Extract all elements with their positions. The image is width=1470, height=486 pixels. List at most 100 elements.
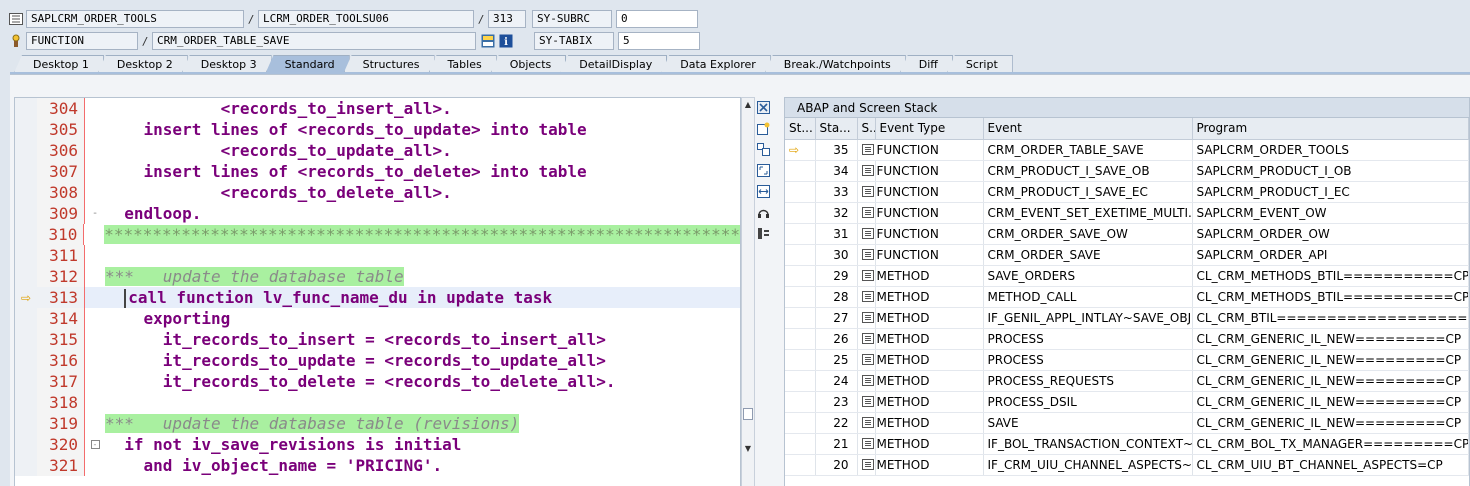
stack-row[interactable]: 31 FUNCTION CRM_ORDER_SAVE_OW SAPLCRM_ORDER… (785, 223, 1469, 245)
code-line[interactable]: 318 (15, 392, 740, 413)
info-icon[interactable]: i (498, 33, 514, 49)
breakpoint-gutter[interactable] (15, 371, 37, 392)
event-name-field[interactable]: CRM_ORDER_TABLE_SAVE (152, 32, 476, 50)
code-line[interactable]: 309- endloop. (15, 203, 740, 224)
code-line[interactable]: 320- if not iv_save_revisions is initial (15, 434, 740, 455)
code-line[interactable]: 315 it_records_to_insert = <records_to_i… (15, 329, 740, 350)
breakpoint-gutter[interactable] (15, 161, 37, 182)
source-code-icon[interactable] (861, 248, 874, 260)
code-line[interactable]: 319 *** update the database table (revisi… (15, 413, 740, 434)
source-code-icon[interactable] (861, 416, 874, 428)
breakpoint-gutter[interactable] (15, 350, 37, 371)
current-line-arrow-icon[interactable]: ⇨ (15, 287, 37, 308)
source-code-icon[interactable] (861, 458, 874, 470)
swap-tool-icon[interactable] (755, 183, 771, 199)
code-line[interactable]: 317 it_records_to_delete = <records_to_d… (15, 371, 740, 392)
stack-row[interactable]: 23 METHOD PROCESS_DSIL CL_CRM_GENERIC_IL_NE… (785, 391, 1469, 413)
sy-tabix-value[interactable]: 5 (618, 32, 700, 50)
breakpoint-gutter[interactable] (15, 392, 37, 413)
tab-break-watchpoints[interactable]: Break./Watchpoints (764, 55, 906, 73)
stack-row[interactable]: 34 FUNCTION CRM_PRODUCT_I_SAVE_OB SAPLCRM_P… (785, 160, 1469, 182)
source-code-icon[interactable] (861, 395, 874, 407)
tab-tables[interactable]: Tables (428, 55, 497, 73)
breakpoint-gutter[interactable] (15, 455, 37, 476)
source-code-icon[interactable] (861, 290, 874, 302)
source-code-icon[interactable] (861, 143, 874, 155)
tab-data-explorer[interactable]: Data Explorer (661, 55, 771, 73)
tab-detaildisplay[interactable]: DetailDisplay (560, 55, 668, 73)
column-header[interactable]: Event (983, 118, 1193, 140)
code-line[interactable]: 311 (15, 245, 740, 266)
stack-row[interactable]: 22 METHOD SAVE CL_CRM_GENERIC_IL_NEW=======… (785, 412, 1469, 434)
code-line[interactable]: 306 <records_to_update_all>. (15, 140, 740, 161)
stack-row[interactable]: 32 FUNCTION CRM_EVENT_SET_EXETIME_MULTI...… (785, 202, 1469, 224)
source-code-icon[interactable] (861, 353, 874, 365)
include-field[interactable]: LCRM_ORDER_TOOLSU06 (258, 10, 474, 28)
source-code-icon[interactable] (861, 185, 874, 197)
code-line[interactable]: 308 <records_to_delete_all>. (15, 182, 740, 203)
source-code-icon[interactable] (861, 311, 874, 323)
stack-row[interactable]: 33 FUNCTION CRM_PRODUCT_I_SAVE_EC SAPLCRM_P… (785, 181, 1469, 203)
breakpoint-gutter[interactable] (15, 266, 37, 287)
close-tool-icon[interactable] (755, 99, 771, 115)
column-header[interactable]: Sta... (815, 118, 858, 140)
sy-subrc-value[interactable]: 0 (616, 10, 698, 28)
stack-row[interactable]: 21 METHOD IF_BOL_TRANSACTION_CONTEXT~... CL… (785, 433, 1469, 455)
stack-row[interactable]: ⇨ 35 FUNCTION CRM_ORDER_TABLE_SAVE SAPLCRM_O… (785, 139, 1469, 161)
stack-row[interactable]: 28 METHOD METHOD_CALL CL_CRM_METHODS_BTIL==… (785, 286, 1469, 308)
source-code-icon[interactable] (861, 437, 874, 449)
tab-desktop-3[interactable]: Desktop 3 (181, 55, 272, 73)
column-header[interactable]: S... (857, 118, 876, 140)
tab-script[interactable]: Script (946, 55, 1013, 73)
source-code-panel[interactable]: 304 <records_to_insert_all>. 305 insert l… (14, 97, 741, 486)
breakpoint-gutter[interactable] (15, 245, 37, 266)
source-code-icon[interactable] (861, 269, 874, 281)
replace-tool-icon[interactable] (755, 141, 771, 157)
event-type-field[interactable]: FUNCTION (26, 32, 138, 50)
breakpoint-gutter[interactable] (15, 413, 37, 434)
column-header[interactable]: Event Type (875, 118, 984, 140)
breakpoint-gutter[interactable] (15, 329, 37, 350)
stack-row[interactable]: 20 METHOD IF_CRM_UIU_CHANNEL_ASPECTS~S... C… (785, 454, 1469, 476)
stack-row[interactable]: 26 METHOD PROCESS CL_CRM_GENERIC_IL_NEW====… (785, 328, 1469, 350)
source-code-icon[interactable] (861, 206, 874, 218)
tab-objects[interactable]: Objects (490, 55, 567, 73)
tab-structures[interactable]: Structures (343, 55, 435, 73)
breakpoint-gutter[interactable] (15, 140, 37, 161)
breakpoint-gutter[interactable] (15, 224, 37, 245)
source-code-icon[interactable] (861, 227, 874, 239)
program-field[interactable]: SAPLCRM_ORDER_TOOLS (26, 10, 244, 28)
breakpoint-gutter[interactable] (15, 182, 37, 203)
tab-desktop-1[interactable]: Desktop 1 (14, 55, 104, 73)
source-code-icon[interactable] (861, 332, 874, 344)
column-header[interactable]: Program (1192, 118, 1469, 140)
column-header[interactable]: St... (785, 118, 816, 140)
tab-standard[interactable]: Standard (265, 55, 350, 73)
tab-diff[interactable]: Diff (899, 55, 953, 73)
maximize-tool-icon[interactable] (755, 162, 771, 178)
new-tool-icon[interactable] (755, 120, 771, 136)
stack-row[interactable]: 25 METHOD PROCESS CL_CRM_GENERIC_IL_NEW====… (785, 349, 1469, 371)
services-tool-icon[interactable] (755, 204, 771, 220)
stack-row[interactable]: 24 METHOD PROCESS_REQUESTS CL_CRM_GENERIC_I… (785, 370, 1469, 392)
code-line[interactable]: 314 exporting (15, 308, 740, 329)
code-line[interactable]: 304 <records_to_insert_all>. (15, 98, 740, 119)
breakpoint-gutter[interactable] (15, 98, 37, 119)
code-line[interactable]: 307 insert lines of <records_to_delete> … (15, 161, 740, 182)
tool-settings-icon[interactable] (755, 225, 771, 241)
breakpoint-gutter[interactable] (15, 119, 37, 140)
breakpoint-gutter[interactable] (15, 203, 37, 224)
code-line[interactable]: 305 insert lines of <records_to_update> … (15, 119, 740, 140)
display-source-icon[interactable] (480, 33, 496, 49)
source-code-icon[interactable] (861, 374, 874, 386)
stack-row[interactable]: 30 FUNCTION CRM_ORDER_SAVE SAPLCRM_ORDER_AP… (785, 244, 1469, 266)
code-line[interactable]: 312 *** update the database table (15, 266, 740, 287)
fold-marker[interactable]: - (85, 434, 105, 455)
tab-desktop-2[interactable]: Desktop 2 (97, 55, 188, 73)
line-field[interactable]: 313 (488, 10, 526, 28)
stack-row[interactable]: 27 METHOD IF_GENIL_APPL_INTLAY~SAVE_OBJ...… (785, 307, 1469, 329)
breakpoint-gutter[interactable] (15, 308, 37, 329)
stack-row[interactable]: 29 METHOD SAVE_ORDERS CL_CRM_METHODS_BTIL==… (785, 265, 1469, 287)
code-line[interactable]: 310 *************************************… (15, 224, 740, 245)
breakpoint-gutter[interactable] (15, 434, 37, 455)
